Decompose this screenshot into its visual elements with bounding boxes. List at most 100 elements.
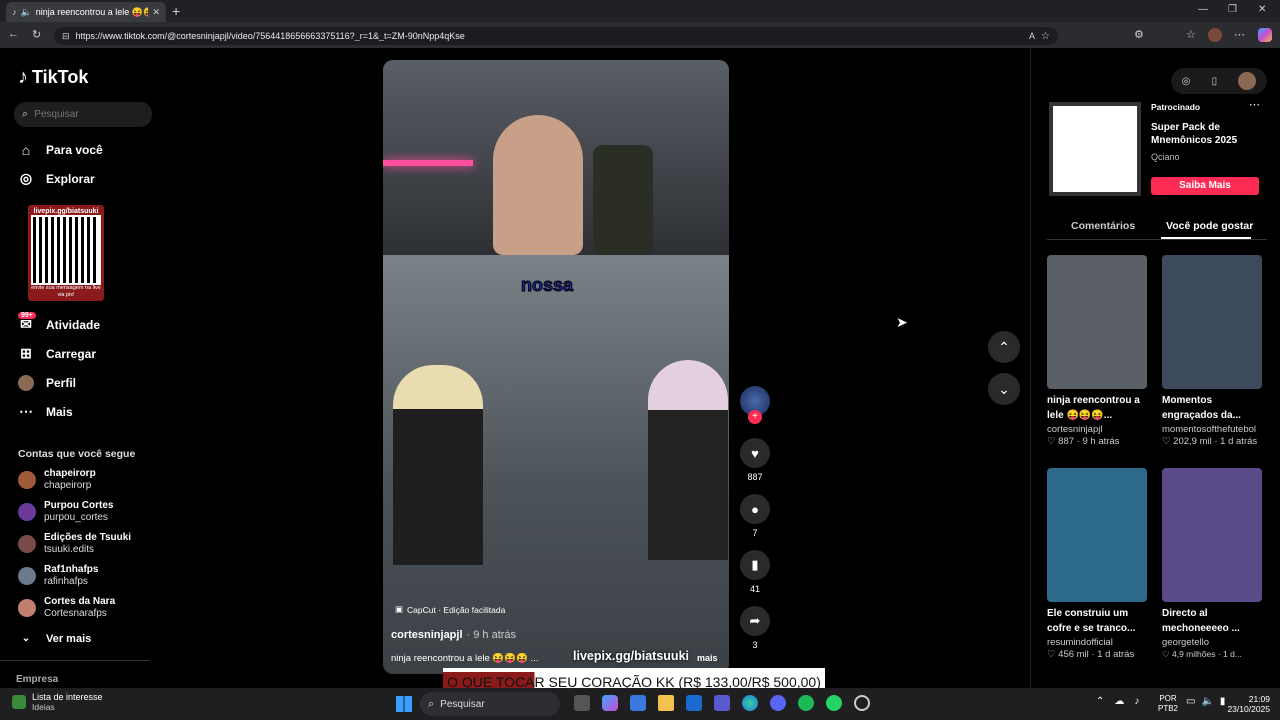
device-icon[interactable]: ▯ <box>1212 76 1218 87</box>
learn-more-button[interactable]: Saiba Mais <box>1151 177 1259 195</box>
volume-icon[interactable]: 🔈 <box>1201 696 1213 707</box>
see-more-button[interactable]: ⌄ Ver mais <box>0 624 160 653</box>
cloud-icon[interactable]: ☁ <box>1114 696 1124 707</box>
card-user: georgetello <box>1162 637 1210 648</box>
compass-icon[interactable]: ◎ <box>1182 76 1191 87</box>
battery-icon[interactable]: ▮ <box>1220 696 1226 707</box>
next-video-button[interactable]: ⌄ <box>988 373 1020 405</box>
copilot-app-icon[interactable] <box>602 695 618 711</box>
suggestion-card[interactable]: Directo al mechoneeeeo ... georgetello ♡… <box>1162 468 1265 660</box>
edge-icon[interactable] <box>742 695 758 711</box>
share-button[interactable]: ➦ <box>740 606 770 636</box>
card-title: Ele construiu um cofre e se tranco... <box>1047 608 1136 634</box>
nav-para-voce[interactable]: ⌂ Para você <box>0 135 160 164</box>
widgets-button[interactable]: Lista de interesse Ideias <box>12 692 103 712</box>
nav-mais[interactable]: ⋯ Mais <box>0 397 160 426</box>
mic-icon[interactable]: ♪ <box>1134 696 1139 707</box>
favorites-icon[interactable]: ☆ <box>1186 28 1196 41</box>
profile-avatar[interactable] <box>1208 28 1222 42</box>
card-title: ninja reencontrou a lele 😝😝😝... <box>1047 395 1140 421</box>
chevron-up-icon[interactable]: ⌃ <box>1096 696 1104 707</box>
ad-title[interactable]: Super Pack de Mnemônicos 2025 <box>1151 121 1251 147</box>
video-player[interactable]: nossa ▣ CapCut · Edição facilitada cortes… <box>383 60 729 674</box>
chevron-up-icon: ⌃ <box>998 338 1010 355</box>
bookmark-icon: ▮ <box>751 557 759 572</box>
file-explorer-icon[interactable] <box>658 695 674 711</box>
like-button[interactable]: ♥ <box>740 438 770 468</box>
more-button[interactable]: mais <box>697 653 718 663</box>
copilot-icon[interactable] <box>1258 28 1272 42</box>
outlook-icon[interactable] <box>686 695 702 711</box>
following-item[interactable]: Purpou Cortes purpou_cortes <box>0 496 160 528</box>
nav-explorar[interactable]: ◎ Explorar <box>0 164 160 193</box>
lang-code: POR <box>1159 694 1177 703</box>
back-icon[interactable]: ← <box>8 28 19 40</box>
suggestion-card[interactable]: Ele construiu um cofre e se tranco... re… <box>1047 468 1147 660</box>
search-input[interactable] <box>34 109 135 120</box>
browser-tab[interactable]: ♪ 🔈 ninja reencontrou a lele 😝😝 ✕ <box>6 2 166 22</box>
nav-label: Perfil <box>46 375 77 390</box>
tab-comentarios[interactable]: Comentários <box>1071 220 1135 232</box>
discord-icon[interactable] <box>770 695 786 711</box>
maximize-button[interactable]: ❐ <box>1228 4 1237 15</box>
search-box[interactable]: ⌕ <box>14 102 152 127</box>
nav-label: Atividade <box>46 317 101 332</box>
follow-plus-icon[interactable]: + <box>748 410 762 424</box>
close-tab-icon[interactable]: ✕ <box>152 7 160 18</box>
card-time: 1 d atrás <box>1220 436 1258 447</box>
close-window-button[interactable]: ✕ <box>1258 4 1266 15</box>
taskbar-search[interactable]: ⌕ Pesquisar <box>420 692 560 716</box>
comment-button[interactable]: ● <box>740 494 770 524</box>
start-button[interactable] <box>396 696 412 712</box>
tiktok-logo[interactable]: ♪ TikTok <box>18 66 88 89</box>
video-author[interactable]: cortesninjapjl · 9 h atrás <box>391 629 516 641</box>
url-text[interactable]: https://www.tiktok.com/@cortesninjapjl/v… <box>76 31 1023 41</box>
new-tab-button[interactable]: + <box>172 3 180 19</box>
ad-thumbnail[interactable] <box>1049 102 1141 196</box>
ad-menu-icon[interactable]: ⋯ <box>1249 98 1260 111</box>
creator-avatar[interactable]: + <box>740 386 770 424</box>
following-item[interactable]: Edições de Tsuuki tsuuki.edits <box>0 528 160 560</box>
teams-icon[interactable] <box>714 695 730 711</box>
nav-carregar[interactable]: ⊞ Carregar <box>0 339 160 368</box>
speaker-icon[interactable]: 🔈 <box>21 7 32 18</box>
monitor-icon[interactable]: ▭ <box>1186 696 1195 707</box>
bookmark-star-icon[interactable]: ☆ <box>1041 31 1050 42</box>
address-bar[interactable]: ⊟ https://www.tiktok.com/@cortesninjapjl… <box>54 27 1058 45</box>
nav-atividade[interactable]: ✉ Atividade 99+ <box>0 310 160 339</box>
following-item[interactable]: chapeirorp chapeirorp <box>0 464 160 496</box>
capcut-text: CapCut · Edição facilitada <box>407 604 506 615</box>
nav-perfil[interactable]: Perfil <box>0 368 160 397</box>
home-icon: ⌂ <box>21 141 31 158</box>
card-meta: ♡ 202,9 mil · 1 d atrás <box>1162 436 1258 447</box>
sponsored-label: Patrocinado <box>1151 102 1201 112</box>
previous-video-button[interactable]: ⌃ <box>988 331 1020 363</box>
read-aloud-icon[interactable]: A <box>1029 31 1035 41</box>
ad-brand: Qciano <box>1151 152 1180 162</box>
save-button[interactable]: ▮ <box>740 550 770 580</box>
livepix-url-overlay: livepix.gg/biatsuuki <box>573 649 689 663</box>
minimize-button[interactable]: — <box>1198 4 1208 15</box>
footer-empresa[interactable]: Empresa <box>16 674 58 685</box>
language-indicator[interactable]: POR PTB2 <box>1158 694 1178 714</box>
extensions-icon[interactable]: ⚙ <box>1134 28 1144 41</box>
qr-overlay-bottom: envie sua mensagem na live via pix! <box>31 285 101 298</box>
suggestion-card[interactable]: ninja reencontrou a lele 😝😝😝... cortesni… <box>1047 255 1147 447</box>
task-view-icon[interactable] <box>574 695 590 711</box>
store-icon[interactable] <box>630 695 646 711</box>
spotify-icon[interactable] <box>798 695 814 711</box>
clock[interactable]: 21:09 23/10/2025 <box>1226 694 1270 714</box>
tab-voce-pode-gostar[interactable]: Você pode gostar <box>1166 220 1253 232</box>
reload-icon[interactable]: ↻ <box>32 28 41 41</box>
following-item[interactable]: Raf1nhafps rafinhafps <box>0 560 160 592</box>
see-more-label: Ver mais <box>46 632 92 645</box>
site-info-icon[interactable]: ⊟ <box>62 31 70 42</box>
following-item[interactable]: Cortes da Nara Cortesnarafps <box>0 592 160 624</box>
clock-app-icon[interactable] <box>854 695 870 711</box>
user-avatar[interactable] <box>1238 72 1257 90</box>
author-name[interactable]: cortesninjapjl <box>391 629 463 641</box>
suggestion-card[interactable]: Momentos engraçados da... momentosofthef… <box>1162 255 1265 447</box>
card-likes: 4,9 milhões <box>1171 649 1216 659</box>
menu-icon[interactable]: ⋯ <box>1234 28 1245 41</box>
whatsapp-icon[interactable] <box>826 695 842 711</box>
